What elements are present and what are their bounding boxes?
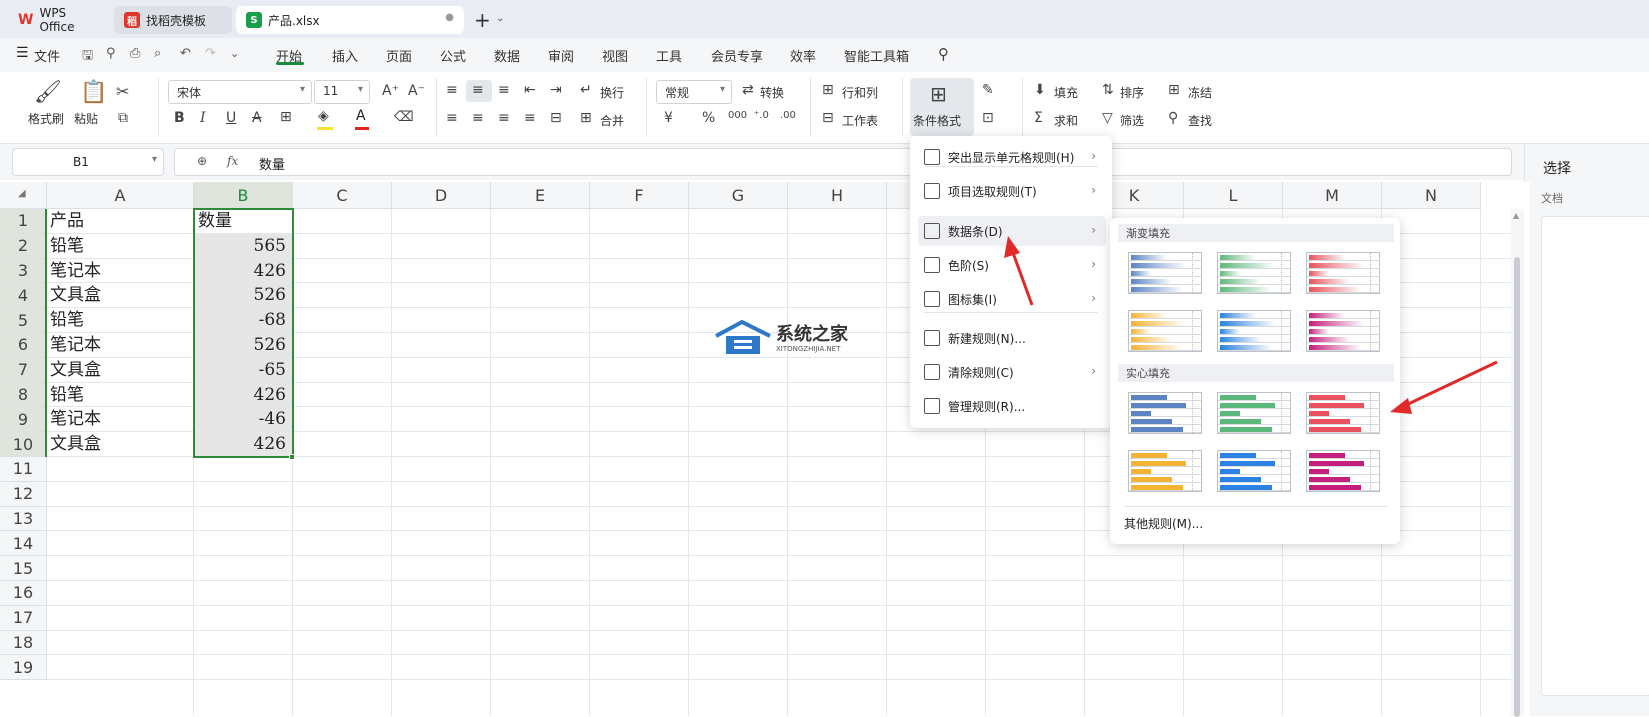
annotation-arrows bbox=[1004, 236, 1498, 414]
annotation-arrow bbox=[1010, 249, 1034, 306]
annotation-arrowhead bbox=[1004, 236, 1020, 258]
annotation-arrowhead bbox=[1390, 398, 1412, 414]
annotation-arrow bbox=[1403, 360, 1498, 408]
